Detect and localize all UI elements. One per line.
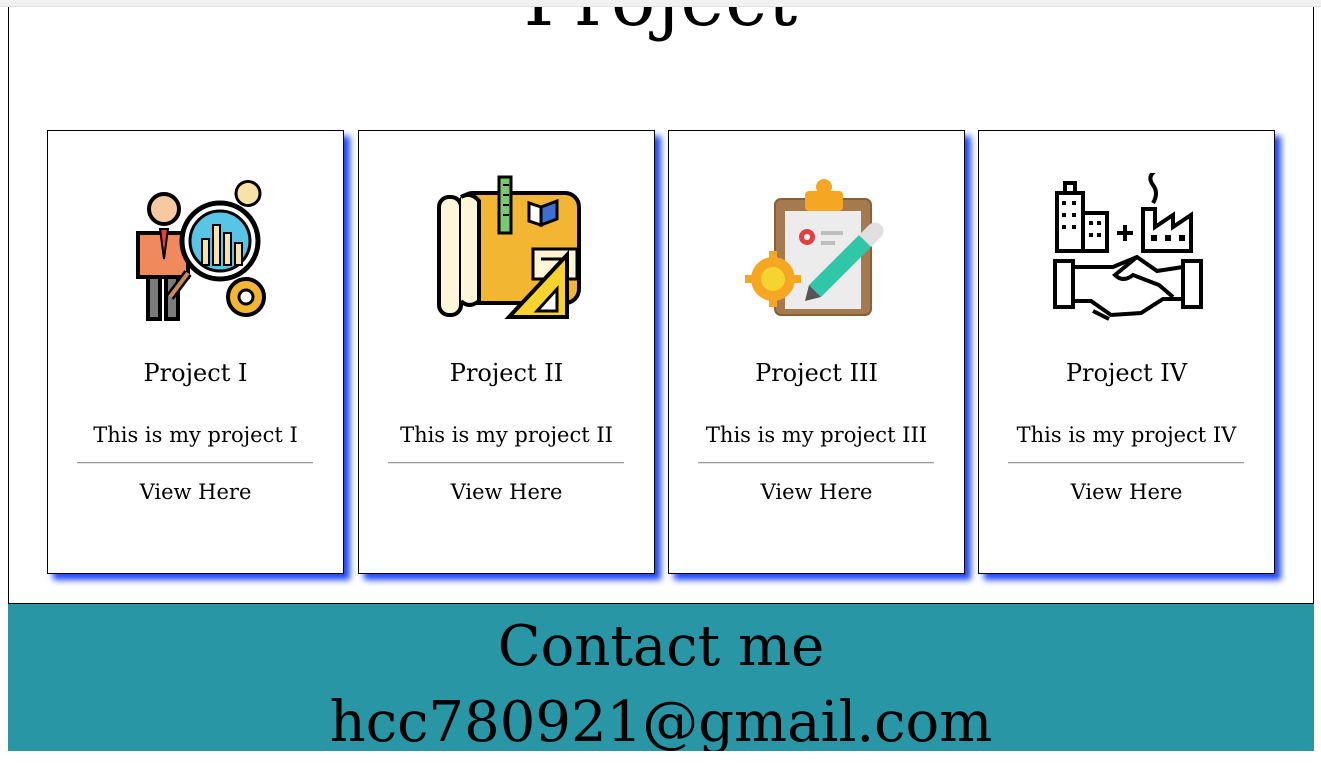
analytics-person-icon (136, 180, 266, 321)
contact-section: Contact me hcc780921@gmail.com (8, 604, 1314, 751)
project-title: Project II (449, 359, 564, 387)
contact-email[interactable]: hcc780921@gmail.com (8, 688, 1314, 751)
project-description: This is my project I (93, 423, 298, 447)
view-here-link[interactable]: View Here (669, 480, 964, 504)
blueprint-tools-icon (437, 175, 581, 319)
divider (388, 462, 624, 464)
section-title: Project (9, 7, 1313, 41)
project-card-4: Project IV This is my project IV View He… (978, 130, 1275, 574)
project-title: Project IV (1065, 359, 1188, 387)
divider (77, 462, 313, 464)
view-here-link[interactable]: View Here (48, 480, 343, 504)
browser-top-edge (0, 0, 1321, 7)
divider (698, 462, 934, 464)
view-here-link[interactable]: View Here (979, 480, 1274, 504)
clipboard-gear-icon (745, 179, 884, 316)
project-title: Project III (755, 359, 878, 387)
contact-title: Contact me (497, 614, 825, 679)
project-title: Project I (143, 359, 248, 387)
projects-section: Project Project I This is my projec (8, 7, 1314, 604)
project-description: This is my project IV (1016, 423, 1237, 447)
page-bottom (0, 751, 1321, 764)
handshake-industry-icon (1053, 173, 1203, 321)
project-card-3: Project III This is my project III View … (668, 130, 965, 574)
project-description: This is my project II (400, 423, 613, 447)
project-card-2: Project II This is my project II View He… (358, 130, 655, 574)
divider (1008, 462, 1244, 464)
view-here-link[interactable]: View Here (359, 480, 654, 504)
project-card-1: Project I This is my project I View Here (47, 130, 344, 574)
project-description: This is my project III (705, 423, 928, 447)
